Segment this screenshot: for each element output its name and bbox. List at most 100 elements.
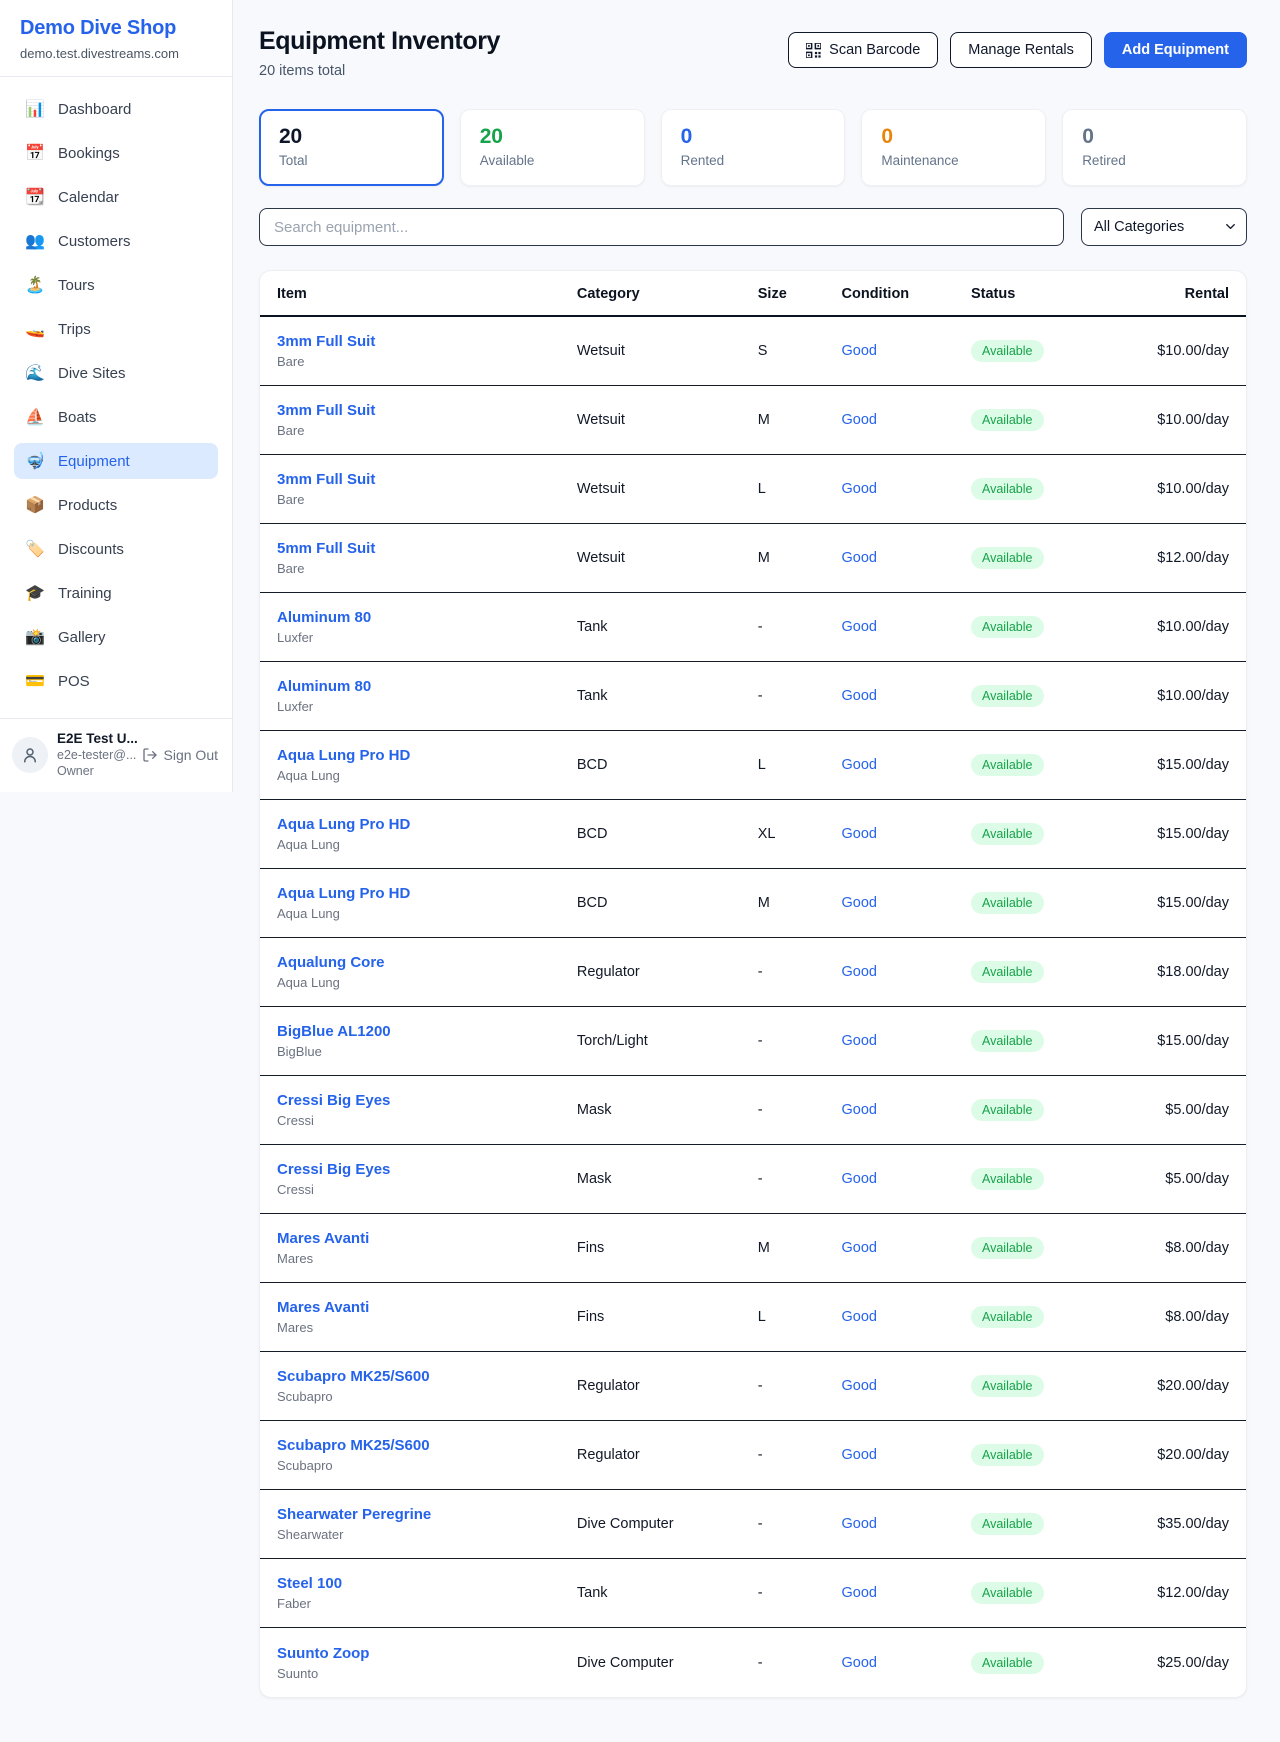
item-name-link[interactable]: 5mm Full Suit — [277, 540, 577, 557]
stat-card[interactable]: 0 Retired — [1062, 109, 1247, 186]
nav-item-label: Calendar — [58, 189, 119, 206]
sidebar-item[interactable]: 🤿 Equipment — [14, 443, 218, 479]
item-name-link[interactable]: Aqualung Core — [277, 954, 577, 971]
item-name-link[interactable]: Cressi Big Eyes — [277, 1161, 577, 1178]
nav-item-icon: 🌊 — [25, 363, 45, 383]
item-cell: Aqua Lung Pro HD Aqua Lung — [277, 885, 577, 921]
stat-card[interactable]: 0 Maintenance — [861, 109, 1046, 186]
sidebar-nav: 📊 Dashboard 📅 Bookings 📆 Calendar 👥 Cust… — [0, 77, 232, 718]
sidebar-item[interactable]: 📸 Gallery — [14, 619, 218, 655]
manage-rentals-button[interactable]: Manage Rentals — [950, 32, 1092, 68]
item-name-link[interactable]: 3mm Full Suit — [277, 333, 577, 350]
condition-link[interactable]: Good — [842, 550, 971, 566]
item-name-link[interactable]: Aqua Lung Pro HD — [277, 816, 577, 833]
stat-card[interactable]: 20 Available — [460, 109, 645, 186]
nav-item-label: Customers — [58, 233, 131, 250]
nav-item-label: Equipment — [58, 453, 130, 470]
sidebar-item[interactable]: 📅 Bookings — [14, 135, 218, 171]
item-name-link[interactable]: Cressi Big Eyes — [277, 1092, 577, 1109]
sidebar-item[interactable]: 📦 Products — [14, 487, 218, 523]
add-equipment-button[interactable]: Add Equipment — [1104, 32, 1247, 68]
sidebar-item[interactable]: 👥 Customers — [14, 223, 218, 259]
status-cell: Available — [971, 823, 1093, 845]
sign-out-icon — [142, 747, 158, 763]
add-equipment-label: Add Equipment — [1122, 42, 1229, 58]
nav-item-label: Products — [58, 497, 117, 514]
condition-link[interactable]: Good — [842, 481, 971, 497]
sidebar-item[interactable]: 🏷️ Discounts — [14, 531, 218, 567]
condition-link[interactable]: Good — [842, 1102, 971, 1118]
item-name-link[interactable]: Aqua Lung Pro HD — [277, 747, 577, 764]
sidebar-item[interactable]: 📆 Calendar — [14, 179, 218, 215]
rental-cell: $20.00/day — [1093, 1378, 1229, 1394]
condition-link[interactable]: Good — [842, 1447, 971, 1463]
item-name-link[interactable]: Aluminum 80 — [277, 678, 577, 695]
condition-link[interactable]: Good — [842, 1516, 971, 1532]
status-cell: Available — [971, 1582, 1093, 1604]
condition-link[interactable]: Good — [842, 1585, 971, 1601]
shop-name[interactable]: Demo Dive Shop — [20, 17, 212, 40]
item-name-link[interactable]: Aqua Lung Pro HD — [277, 885, 577, 902]
item-cell: 3mm Full Suit Bare — [277, 471, 577, 507]
item-brand: Cressi — [277, 1182, 577, 1197]
nav-item-icon: 📅 — [25, 143, 45, 163]
item-name-link[interactable]: Shearwater Peregrine — [277, 1506, 577, 1523]
condition-link[interactable]: Good — [842, 1309, 971, 1325]
sign-out-button[interactable]: Sign Out — [142, 747, 218, 763]
condition-link[interactable]: Good — [842, 895, 971, 911]
sidebar-item[interactable]: 📊 Dashboard — [14, 91, 218, 127]
item-cell: Steel 100 Faber — [277, 1575, 577, 1611]
condition-link[interactable]: Good — [842, 688, 971, 704]
condition-link[interactable]: Good — [842, 1033, 971, 1049]
table-body: 3mm Full Suit Bare Wetsuit S Good Availa… — [260, 317, 1246, 1697]
sign-out-label: Sign Out — [164, 747, 218, 763]
rental-cell: $8.00/day — [1093, 1240, 1229, 1256]
item-name-link[interactable]: Steel 100 — [277, 1575, 577, 1592]
page-title-block: Equipment Inventory 20 items total — [259, 27, 500, 79]
size-cell: - — [758, 1585, 842, 1601]
item-name-link[interactable]: Mares Avanti — [277, 1299, 577, 1316]
item-name-link[interactable]: Suunto Zoop — [277, 1645, 577, 1662]
item-name-link[interactable]: Scubapro MK25/S600 — [277, 1368, 577, 1385]
category-select[interactable]: All Categories — [1081, 208, 1247, 246]
condition-link[interactable]: Good — [842, 1378, 971, 1394]
nav-item-icon: 👥 — [25, 231, 45, 251]
sidebar-item[interactable]: 🎓 Training — [14, 575, 218, 611]
item-name-link[interactable]: Scubapro MK25/S600 — [277, 1437, 577, 1454]
sidebar-item[interactable]: 🏝️ Tours — [14, 267, 218, 303]
size-cell: M — [758, 1240, 842, 1256]
condition-link[interactable]: Good — [842, 826, 971, 842]
sidebar-item[interactable]: ⛵ Boats — [14, 399, 218, 435]
condition-link[interactable]: Good — [842, 343, 971, 359]
stat-card[interactable]: 20 Total — [259, 109, 444, 186]
condition-link[interactable]: Good — [842, 412, 971, 428]
item-name-link[interactable]: BigBlue AL1200 — [277, 1023, 577, 1040]
item-cell: Aqualung Core Aqua Lung — [277, 954, 577, 990]
status-badge: Available — [971, 685, 1044, 707]
condition-link[interactable]: Good — [842, 757, 971, 773]
item-brand: Bare — [277, 492, 577, 507]
size-cell: - — [758, 1516, 842, 1532]
column-header-size: Size — [758, 286, 842, 302]
item-name-link[interactable]: 3mm Full Suit — [277, 471, 577, 488]
condition-link[interactable]: Good — [842, 1240, 971, 1256]
item-name-link[interactable]: 3mm Full Suit — [277, 402, 577, 419]
stat-value: 0 — [1082, 125, 1227, 149]
nav-item-icon: 📦 — [25, 495, 45, 515]
sidebar-item[interactable]: 💳 POS — [14, 663, 218, 699]
sidebar-item[interactable]: 🚤 Trips — [14, 311, 218, 347]
item-name-link[interactable]: Aluminum 80 — [277, 609, 577, 626]
rental-cell: $5.00/day — [1093, 1171, 1229, 1187]
sidebar-item[interactable]: 🌊 Dive Sites — [14, 355, 218, 391]
status-cell: Available — [971, 547, 1093, 569]
status-cell: Available — [971, 961, 1093, 983]
condition-link[interactable]: Good — [842, 619, 971, 635]
search-input[interactable] — [259, 208, 1064, 246]
condition-link[interactable]: Good — [842, 1171, 971, 1187]
condition-link[interactable]: Good — [842, 1655, 971, 1671]
condition-link[interactable]: Good — [842, 964, 971, 980]
scan-barcode-button[interactable]: Scan Barcode — [788, 32, 938, 68]
item-name-link[interactable]: Mares Avanti — [277, 1230, 577, 1247]
stat-label: Total — [279, 153, 424, 168]
stat-card[interactable]: 0 Rented — [661, 109, 846, 186]
